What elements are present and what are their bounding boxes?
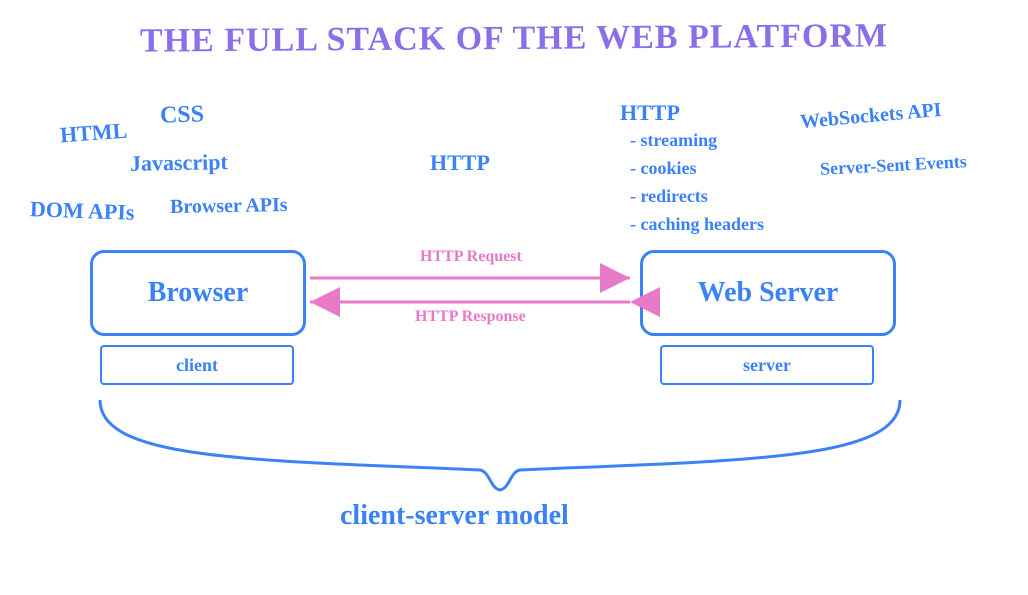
- browser-box: Browser: [90, 250, 306, 336]
- diagram-stage: THE FULL STACK OF THE WEB PLATFORM HTML …: [0, 0, 1028, 595]
- footer-label: client-server model: [340, 500, 569, 532]
- browser-box-label: Browser: [148, 277, 249, 309]
- right-sse: Server-Sent Events: [820, 151, 968, 180]
- tech-javascript: Javascript: [130, 149, 228, 177]
- tech-browser-apis: Browser APIs: [170, 194, 288, 219]
- middle-http: HTTP: [430, 150, 490, 176]
- webserver-box: Web Server: [640, 250, 896, 336]
- server-box: server: [660, 345, 874, 385]
- right-websockets: WebSockets API: [799, 99, 942, 134]
- tech-html: HTML: [59, 118, 128, 149]
- right-cookies: - cookies: [630, 158, 697, 179]
- right-redirects: - redirects: [630, 186, 708, 207]
- http-response-label: HTTP Response: [415, 308, 526, 326]
- http-request-label: HTTP Request: [420, 248, 522, 266]
- right-caching: - caching headers: [630, 214, 764, 235]
- webserver-box-label: Web Server: [698, 277, 839, 309]
- tech-css: CSS: [160, 101, 205, 130]
- client-box: client: [100, 345, 294, 385]
- client-box-label: client: [176, 355, 218, 376]
- curly-brace-icon: [100, 400, 900, 490]
- right-http: HTTP: [620, 100, 680, 126]
- right-streaming: - streaming: [630, 130, 717, 151]
- tech-dom-apis: DOM APIs: [30, 196, 135, 226]
- diagram-title: THE FULL STACK OF THE WEB PLATFORM: [0, 16, 1028, 61]
- server-box-label: server: [743, 355, 791, 376]
